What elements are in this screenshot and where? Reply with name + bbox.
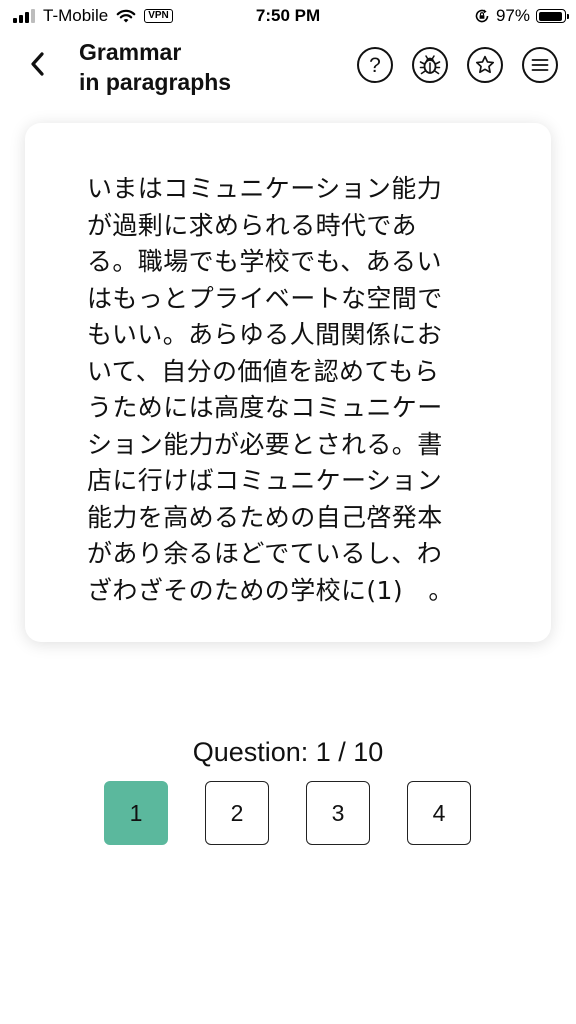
back-button[interactable] bbox=[22, 48, 54, 80]
passage-text: いまはコミュニケーション能力 が過剰に求められる時代であ る。職場でも学校でも、… bbox=[87, 174, 454, 605]
help-button[interactable]: ? bbox=[357, 47, 393, 83]
passage-card: いまはコミュニケーション能力 が過剰に求められる時代であ る。職場でも学校でも、… bbox=[25, 123, 551, 642]
question-progress: Question: 1 / 10 bbox=[192, 737, 384, 767]
status-right: 97% bbox=[474, 6, 569, 26]
header-actions: ? bbox=[357, 47, 558, 83]
status-bar: T-Mobile VPN 7:50 PM 97% bbox=[0, 0, 576, 34]
rotation-lock-icon bbox=[475, 9, 489, 23]
page-title-line1: Grammar bbox=[79, 39, 182, 65]
answer-options: 1 2 3 4 bbox=[104, 781, 471, 845]
app-screen: T-Mobile VPN 7:50 PM 97% Grammar in para… bbox=[0, 0, 576, 1024]
help-icon: ? bbox=[369, 53, 381, 77]
page-title-line2: in paragraphs bbox=[79, 69, 232, 95]
menu-button[interactable] bbox=[522, 47, 558, 83]
answer-option-4[interactable]: 4 bbox=[407, 781, 471, 845]
star-icon bbox=[475, 55, 495, 74]
back-chevron-icon bbox=[31, 52, 44, 76]
header: Grammar in paragraphs ? bbox=[0, 34, 576, 104]
answer-option-1[interactable]: 1 bbox=[104, 781, 168, 845]
bug-report-button[interactable] bbox=[412, 47, 448, 83]
answer-option-2[interactable]: 2 bbox=[205, 781, 269, 845]
menu-icon bbox=[531, 59, 549, 71]
answer-option-3[interactable]: 3 bbox=[306, 781, 370, 845]
page-title: Grammar in paragraphs bbox=[79, 37, 319, 97]
battery-percent: 97% bbox=[495, 6, 530, 25]
favorite-button[interactable] bbox=[467, 47, 503, 83]
battery-fill bbox=[538, 11, 562, 21]
battery-icon bbox=[536, 9, 569, 23]
bug-icon bbox=[419, 55, 441, 75]
